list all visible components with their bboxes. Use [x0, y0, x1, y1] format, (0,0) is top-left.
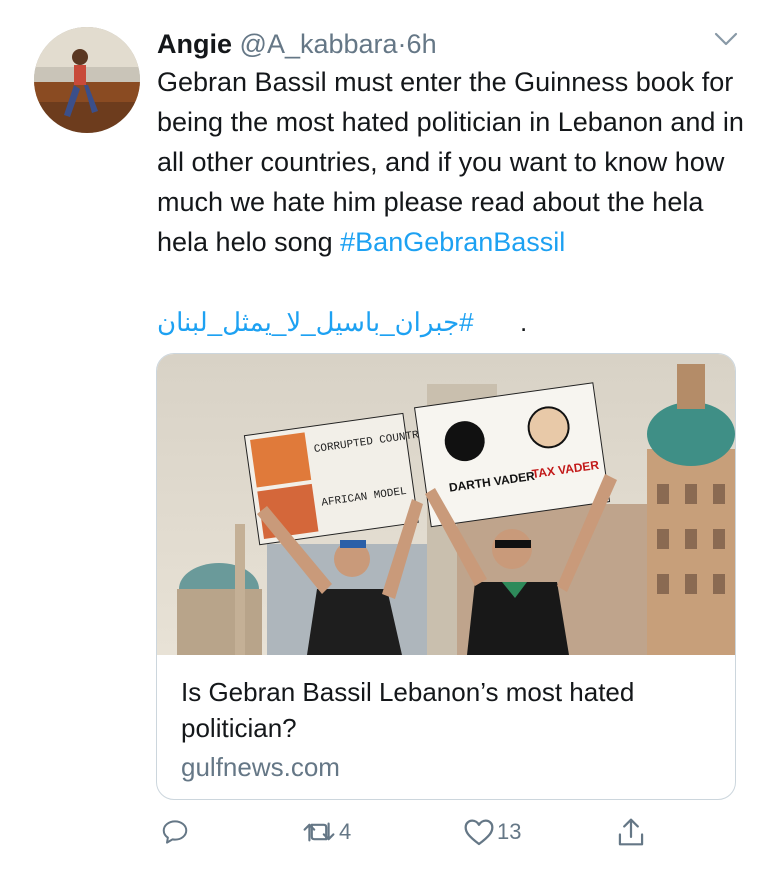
- tweet-time[interactable]: 6h: [407, 29, 437, 59]
- tweet-text: Gebran Bassil must enter the Guinness bo…: [157, 62, 747, 262]
- avatar[interactable]: [34, 27, 140, 133]
- share-button[interactable]: [616, 814, 646, 850]
- retweet-count: 4: [339, 819, 352, 844]
- like-count: 13: [497, 819, 522, 844]
- like-button[interactable]: 13: [463, 814, 521, 850]
- tweet-header: Angie @A_kabbara·6h: [157, 26, 437, 62]
- share-icon: [618, 818, 644, 846]
- reply-icon: [162, 820, 188, 844]
- author-name[interactable]: Angie: [157, 29, 232, 59]
- arabic-hashtag-line: #جبران_باسيل_لا_يمثل_لبنان .: [157, 302, 527, 342]
- heart-icon: [464, 819, 494, 846]
- retweet-button[interactable]: 4: [301, 814, 351, 850]
- chevron-down-icon[interactable]: [712, 28, 740, 50]
- arabic-hashtag-link[interactable]: #جبران_باسيل_لا_يمثل_لبنان: [157, 302, 474, 342]
- hashtag-link[interactable]: #BanGebranBassil: [340, 227, 565, 257]
- retweet-icon: [303, 822, 335, 842]
- separator-dot: ·: [397, 29, 407, 59]
- card-title: Is Gebran Bassil Lebanon’s most hated po…: [181, 677, 635, 743]
- link-card[interactable]: CORRUPTED COUNTRY AFRICAN MODEL DARTH VA…: [156, 353, 736, 800]
- card-image: CORRUPTED COUNTRY AFRICAN MODEL DARTH VA…: [157, 354, 735, 655]
- avatar-photo: [34, 27, 140, 133]
- trailing-period: .: [520, 307, 528, 337]
- reply-button[interactable]: [160, 814, 190, 850]
- card-domain: gulfnews.com: [181, 752, 340, 782]
- author-handle[interactable]: @A_kabbara: [240, 29, 398, 59]
